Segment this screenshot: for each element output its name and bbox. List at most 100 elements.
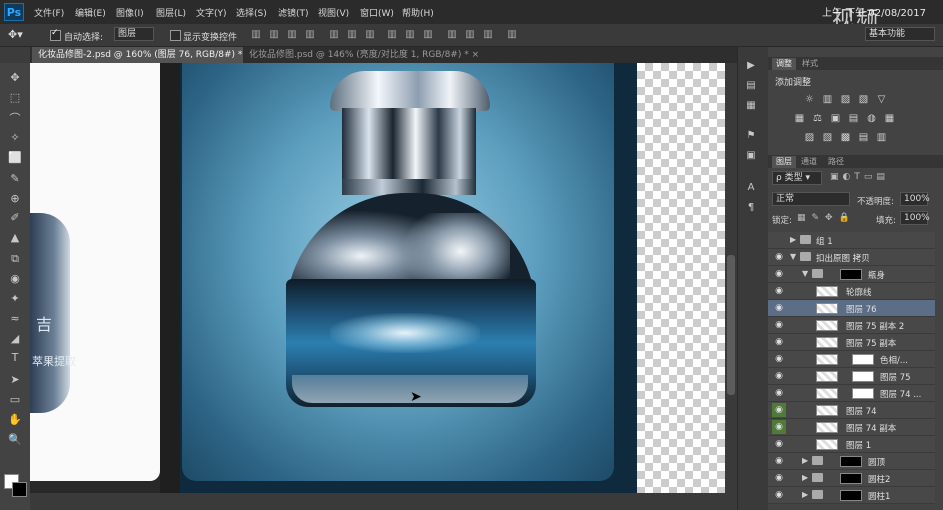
align-icon[interactable]: ▥ [446, 29, 458, 41]
blend-mode-dropdown[interactable]: 正常 [772, 192, 850, 206]
adjustment-icon[interactable]: ⚖ [812, 113, 823, 124]
tool-icon[interactable]: ⊕ [7, 191, 23, 207]
eye-icon[interactable]: ◉ [772, 369, 786, 383]
eye-icon[interactable]: ◉ [772, 267, 786, 281]
eye-icon[interactable]: ◉ [772, 471, 786, 485]
menu-item[interactable]: 选择(S) [236, 6, 267, 19]
adjustment-icon[interactable]: ▥ [876, 132, 887, 143]
menu-item[interactable]: 视图(V) [318, 6, 349, 19]
tool-icon[interactable]: 🔍 [7, 432, 23, 448]
tool-icon[interactable]: T [7, 350, 23, 366]
adjustment-icon[interactable]: ▤ [858, 132, 869, 143]
eye-icon[interactable] [772, 233, 786, 247]
dock-icon[interactable]: ⚑ [743, 128, 759, 144]
eye-icon[interactable]: ◉ [772, 284, 786, 298]
tab-document-1[interactable]: 化妆品修图-2.psd @ 160% (图层 76, RGB/8#) * × [32, 47, 259, 63]
tool-icon[interactable]: ▲ [7, 230, 23, 246]
tool-icon[interactable]: ✦ [7, 291, 23, 307]
adjustment-icon[interactable]: ▤ [848, 113, 859, 124]
adjustment-icon[interactable]: ☼ [804, 94, 815, 105]
canvas-area[interactable]: 吉 萃果提取 ➤ [30, 63, 737, 493]
opacity-input[interactable]: 100% [900, 192, 930, 206]
align-icon[interactable]: ▥ [250, 29, 262, 41]
adjustment-icon[interactable]: ▦ [884, 113, 895, 124]
menu-item[interactable]: 编辑(E) [75, 6, 106, 19]
adjustment-icon[interactable]: ◍ [866, 113, 877, 124]
align-icon[interactable]: ▥ [328, 29, 340, 41]
tool-icon[interactable]: ⬜ [7, 150, 23, 166]
adjustment-icon[interactable]: ▧ [822, 132, 833, 143]
dock-icon[interactable]: A [743, 180, 759, 196]
lock-icons[interactable]: ▦✎✥🔒 [797, 213, 856, 223]
align-icon[interactable]: ▥ [286, 29, 298, 41]
menu-item[interactable]: 图层(L) [156, 6, 186, 19]
tab-styles[interactable]: 样式 [798, 58, 822, 70]
eye-icon[interactable]: ◉ [772, 250, 786, 264]
adjustment-icon[interactable]: ▨ [840, 94, 851, 105]
adjustment-icon[interactable]: ▣ [830, 113, 841, 124]
filter-icons[interactable]: ▣◐T▭▤ [830, 172, 889, 182]
show-transform-checkbox[interactable] [170, 30, 181, 41]
menu-item[interactable]: 滤镜(T) [278, 6, 309, 19]
tab-layers[interactable]: 图层 [772, 156, 796, 168]
eye-icon[interactable]: ◉ [772, 301, 786, 315]
menu-item[interactable]: 帮助(H) [402, 6, 434, 19]
align-icon[interactable]: ▥ [364, 29, 376, 41]
eye-icon[interactable]: ◉ [772, 386, 786, 400]
align-icon[interactable]: ▥ [386, 29, 398, 41]
eye-icon[interactable]: ◉ [772, 488, 786, 502]
adjustment-icon[interactable]: ▦ [794, 113, 805, 124]
eye-icon[interactable]: ◉ [772, 403, 786, 417]
expand-arrow-icon[interactable]: ▼ [802, 269, 808, 278]
eye-icon[interactable]: ◉ [772, 420, 786, 434]
dock-icon[interactable]: ▦ [743, 98, 759, 114]
align-icon[interactable]: ▥ [482, 29, 494, 41]
tool-icon[interactable]: ✥ [7, 70, 23, 86]
expand-arrow-icon[interactable]: ▶ [802, 490, 808, 499]
dock-icon[interactable]: ▶ [743, 58, 759, 74]
align-icon[interactable]: ▥ [506, 29, 518, 41]
menu-item[interactable]: 窗口(W) [360, 6, 394, 19]
workspace-dropdown[interactable]: 基本功能 [865, 27, 935, 41]
tab-document-2[interactable]: 化妆品修图.psd @ 146% (亮度/对比度 1, RGB/8#) * × [243, 47, 486, 63]
background-color-swatch[interactable] [12, 482, 27, 497]
tool-icon[interactable]: ◢ [7, 331, 23, 347]
align-icon[interactable]: ▥ [304, 29, 316, 41]
adjustment-icon[interactable]: ▨ [804, 132, 815, 143]
dock-icon[interactable]: ▣ [743, 148, 759, 164]
tab-paths[interactable]: 路径 [824, 156, 848, 168]
expand-arrow-icon[interactable]: ▶ [802, 473, 808, 482]
align-icon[interactable]: ▥ [464, 29, 476, 41]
eye-icon[interactable]: ◉ [772, 335, 786, 349]
move-tool-icon[interactable]: ✥▾ [8, 28, 23, 41]
eye-icon[interactable]: ◉ [772, 318, 786, 332]
filter-kind-dropdown[interactable]: ρ 类型 ▾ [772, 171, 822, 185]
align-icon[interactable]: ▥ [268, 29, 280, 41]
tool-icon[interactable]: ⌒ [7, 111, 23, 127]
tool-icon[interactable]: ✐ [7, 210, 23, 226]
menu-item[interactable]: 图像(I) [116, 6, 144, 19]
tool-icon[interactable]: ≈ [7, 311, 23, 327]
expand-arrow-icon[interactable]: ▶ [790, 235, 796, 244]
tool-icon[interactable]: ▭ [7, 392, 23, 408]
tool-icon[interactable]: ✧ [7, 130, 23, 146]
tool-icon[interactable]: ➤ [7, 372, 23, 388]
adjustment-icon[interactable]: ▩ [840, 132, 851, 143]
tool-icon[interactable]: ◉ [7, 271, 23, 287]
tool-icon[interactable]: ✎ [7, 171, 23, 187]
align-icon[interactable]: ▥ [422, 29, 434, 41]
align-icon[interactable]: ▥ [346, 29, 358, 41]
tool-icon[interactable]: ✋ [7, 412, 23, 428]
dock-icon[interactable]: ¶ [743, 200, 759, 216]
eye-icon[interactable]: ◉ [772, 437, 786, 451]
tab-channels[interactable]: 通道 [797, 156, 821, 168]
eye-icon[interactable]: ◉ [772, 454, 786, 468]
align-icon[interactable]: ▥ [404, 29, 416, 41]
menu-item[interactable]: 文字(Y) [196, 6, 227, 19]
fill-input[interactable]: 100% [900, 211, 930, 225]
adjustment-icon[interactable]: ▥ [822, 94, 833, 105]
expand-arrow-icon[interactable]: ▶ [802, 456, 808, 465]
adjustment-icon[interactable]: ▧ [858, 94, 869, 105]
vertical-scroll-thumb[interactable] [727, 255, 735, 395]
tool-icon[interactable]: ⧉ [7, 251, 23, 267]
